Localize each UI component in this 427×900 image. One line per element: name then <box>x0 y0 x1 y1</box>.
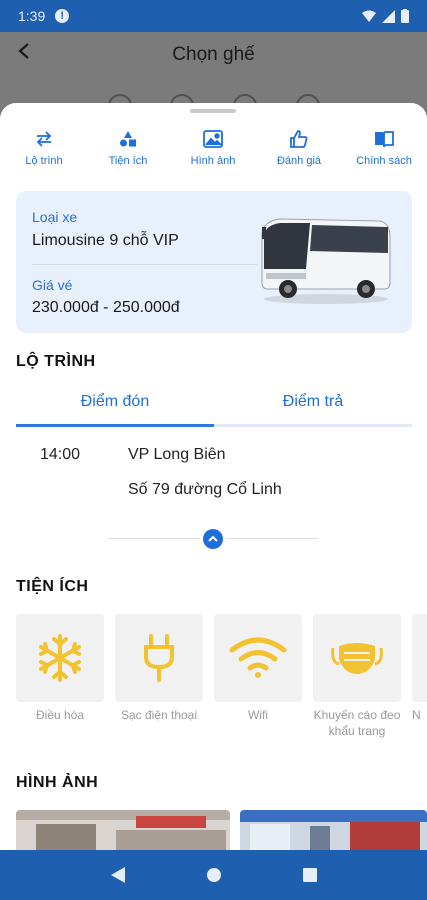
stop-address: Số 79 đường Cổ Linh <box>128 481 282 498</box>
vehicle-type-value: Limousine 9 chỗ VIP <box>32 232 179 249</box>
photo-thumbnail[interactable] <box>16 810 230 850</box>
tab-underline <box>214 424 412 427</box>
nav-recents-button[interactable] <box>302 868 317 882</box>
tab-reviews[interactable]: Đánh giá <box>259 127 339 167</box>
tab-amenities[interactable]: Tiện ích <box>88 127 168 167</box>
route-tabs: Điểm đón Điểm trả <box>16 383 412 427</box>
bus-image <box>261 218 391 304</box>
app-header: Chọn ghế <box>0 32 427 118</box>
price-label: Giá vé <box>32 277 73 293</box>
swap-arrows-icon <box>4 127 84 151</box>
status-time: 1:39 <box>18 8 46 24</box>
amenity-label: N <box>412 708 421 722</box>
circle-home-icon <box>206 868 221 882</box>
triangle-back-icon <box>110 867 125 883</box>
tab-label: Chính sách <box>356 155 412 167</box>
wifi-status-icon <box>362 10 376 22</box>
amenity-phone-charging <box>115 614 203 702</box>
status-bar: 1:39 ! <box>0 0 427 32</box>
thumbs-up-icon <box>259 127 339 151</box>
tab-route[interactable]: Lộ trình <box>4 127 84 167</box>
snowflake-icon <box>39 634 81 682</box>
tab-pickup[interactable]: Điểm đón <box>16 383 214 427</box>
amenity-label: Khuyến cáo đeo khẩu trang <box>313 708 401 738</box>
chevron-up-icon <box>208 535 218 542</box>
tab-label: Hình ảnh <box>190 155 236 167</box>
tab-label: Đánh giá <box>276 155 322 167</box>
wifi-icon <box>229 637 287 678</box>
photos-section-title: HÌNH ẢNH <box>16 774 99 791</box>
amenities-section-title: TIỆN ÍCH <box>16 578 89 595</box>
signal-icon <box>382 9 395 23</box>
nav-back-button[interactable] <box>110 867 125 883</box>
sheet-drag-handle[interactable] <box>190 109 236 113</box>
tab-label: Tiện ích <box>108 155 148 167</box>
vehicle-info-card: Loại xe Limousine 9 chỗ VIP Giá vé 230.0… <box>16 191 412 333</box>
divider <box>32 264 257 265</box>
vehicle-type-label: Loại xe <box>32 209 78 225</box>
face-mask-icon <box>331 643 383 674</box>
amenity-wifi <box>214 614 302 702</box>
tab-label: Lộ trình <box>25 155 63 167</box>
nav-home-button[interactable] <box>206 867 222 883</box>
book-icon <box>344 127 424 151</box>
amenity-face-mask <box>313 614 401 702</box>
divider <box>108 538 200 539</box>
amenity-label: Điều hòa <box>35 708 85 722</box>
shapes-icon <box>88 127 168 151</box>
image-icon <box>173 127 253 151</box>
page-title: Chọn ghế <box>172 44 255 65</box>
photo-thumbnail[interactable] <box>240 810 427 850</box>
plug-icon <box>144 634 174 682</box>
amenity-label: Wifi <box>248 708 268 722</box>
stop-time: 14:00 <box>40 446 81 463</box>
tab-dropoff[interactable]: Điểm trả <box>214 383 412 427</box>
collapse-button[interactable] <box>203 529 223 549</box>
price-value: 230.000đ - 250.000đ <box>32 299 180 316</box>
system-nav-bar <box>0 850 427 900</box>
amenity-air-conditioning <box>16 614 104 702</box>
quick-tabs: Lộ trình Tiện ích Hình ảnh Đánh giá Chín… <box>0 127 427 173</box>
tab-policy[interactable]: Chính sách <box>344 127 424 167</box>
stop-name: VP Long Biên <box>128 446 226 463</box>
trip-detail-sheet: Lộ trình Tiện ích Hình ảnh Đánh giá Chín… <box>0 103 427 850</box>
battery-icon <box>401 9 409 23</box>
tab-photos[interactable]: Hình ảnh <box>173 127 253 167</box>
square-recents-icon <box>302 868 317 882</box>
amenity-label: Sạc điện thoại <box>120 708 198 722</box>
route-section-title: LỘ TRÌNH <box>16 353 96 370</box>
divider <box>226 538 318 539</box>
alert-icon: ! <box>55 9 70 23</box>
amenity-more <box>412 614 427 702</box>
